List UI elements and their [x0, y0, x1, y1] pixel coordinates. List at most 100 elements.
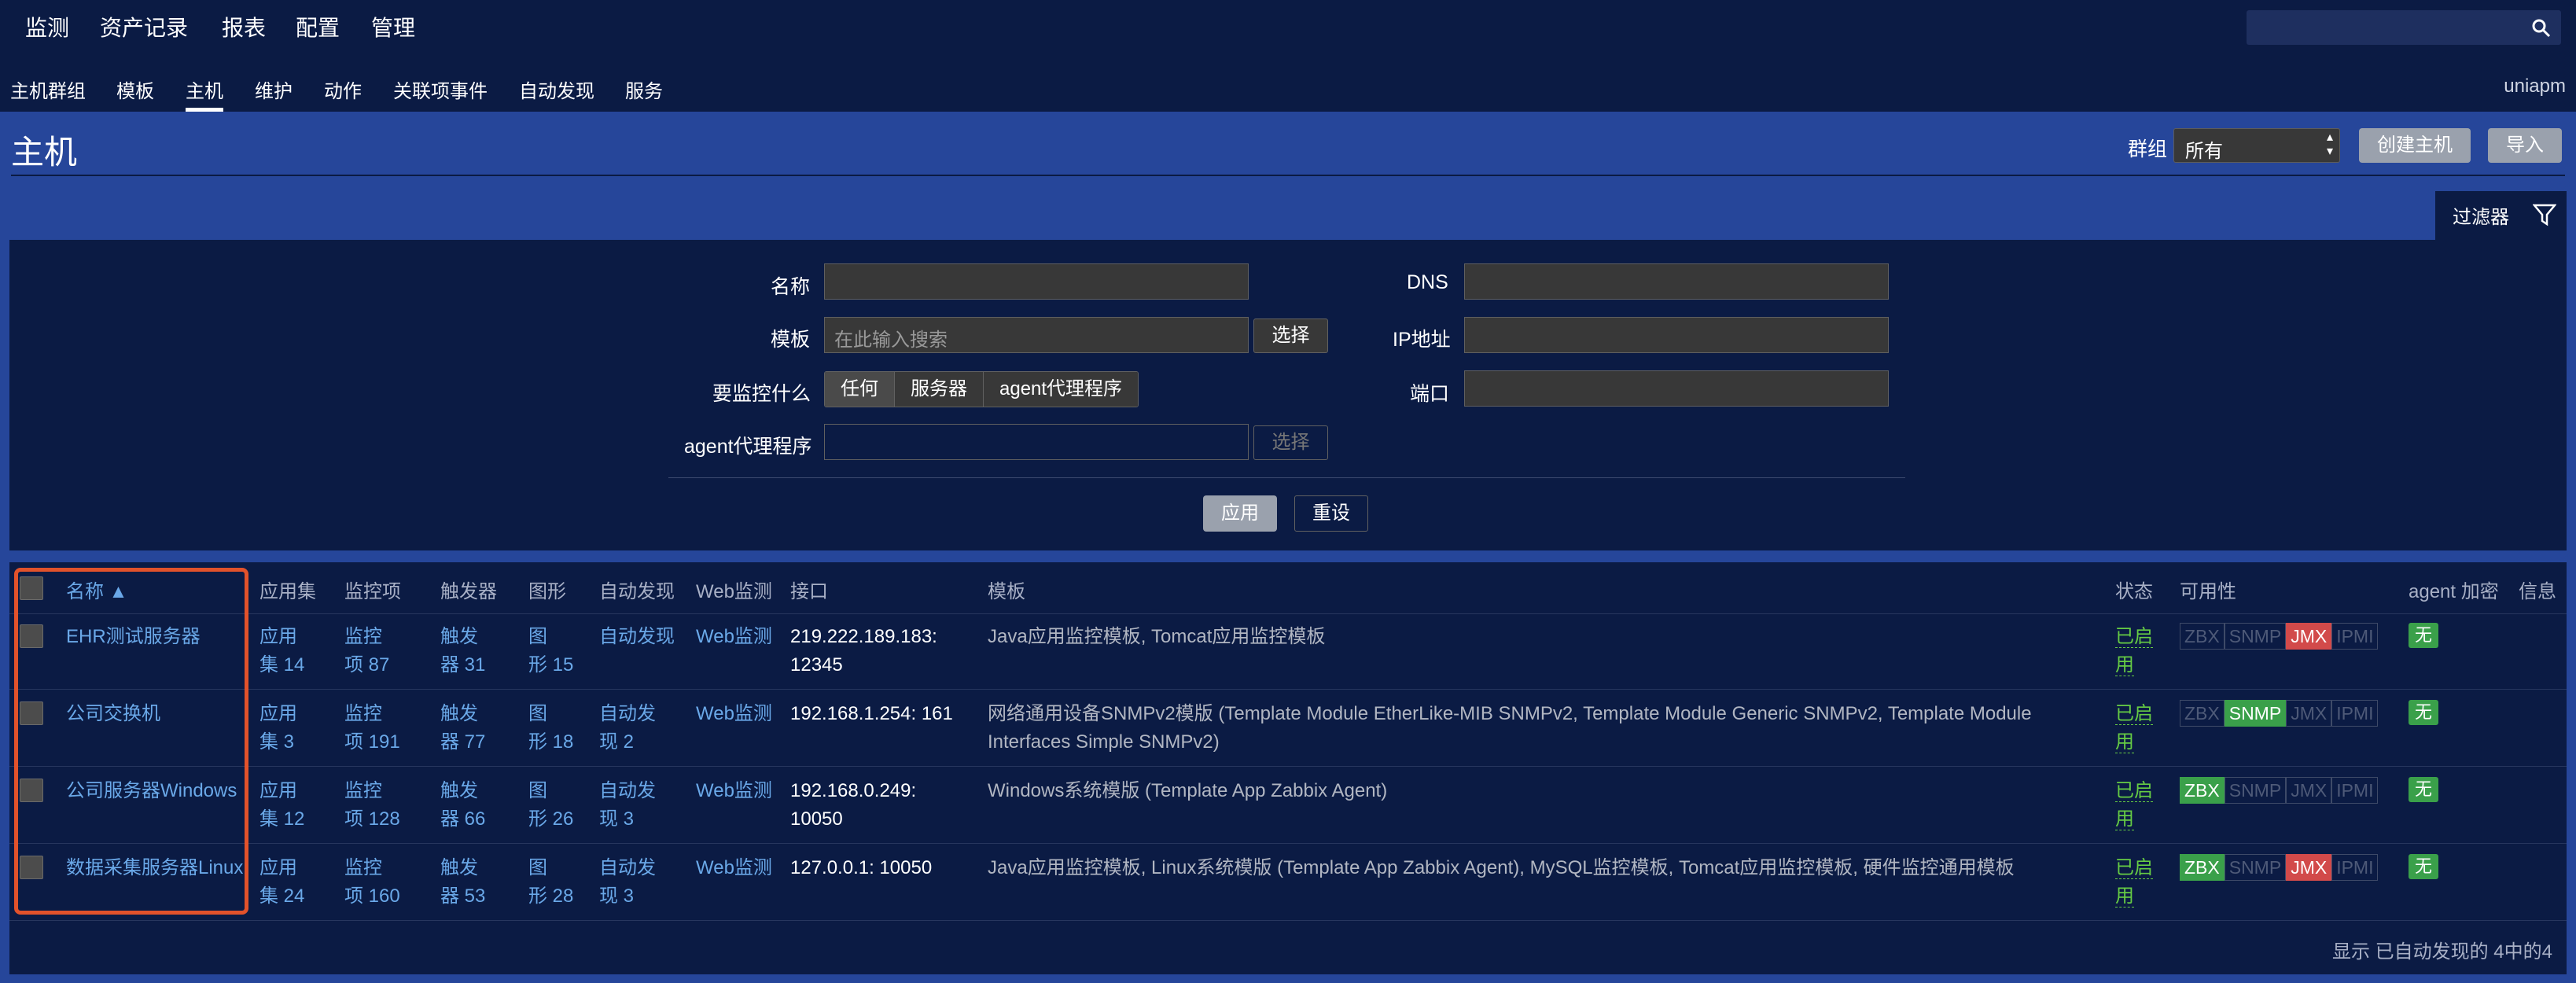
sub-host-groups[interactable]: 主机群组 [10, 75, 86, 103]
triggers-link-line1: 触发 [440, 780, 478, 801]
filter-dns-input[interactable] [1464, 263, 1889, 300]
status-line2: 用 [2115, 885, 2134, 908]
availability-badge: SNMP [2224, 777, 2287, 804]
filter-ip-input[interactable] [1464, 317, 1889, 353]
items-link-line2: 项 87 [344, 654, 390, 676]
availability-badge: ZBX [2180, 777, 2225, 804]
filter-tab[interactable]: 过滤器 [2435, 191, 2567, 240]
menu-monitoring[interactable]: 监测 [25, 11, 69, 42]
group-select-value: 所有 [2185, 141, 2223, 162]
sub-discovery[interactable]: 自动发现 [519, 75, 594, 103]
sub-hosts[interactable]: 主机 [186, 75, 223, 112]
search-icon[interactable] [2531, 18, 2552, 39]
header-graphs: 图形 [528, 581, 566, 602]
discovery-link[interactable]: 自动发现 2 [599, 700, 656, 757]
web-link[interactable]: Web监测 [696, 854, 772, 882]
menu-configuration[interactable]: 配置 [296, 11, 340, 42]
applications-link[interactable]: 应用集 14 [259, 623, 304, 679]
items-link[interactable]: 监控项 160 [344, 854, 400, 911]
applications-link[interactable]: 应用集 12 [259, 777, 304, 834]
sub-menu-bar: 主机群组 模板 主机 维护 动作 关联项事件 自动发现 服务 uniapm [0, 60, 2576, 112]
availability-badge: JMX [2286, 854, 2332, 881]
templates-line1: 网络通用设备SNMPv2模版 (Template Module EtherLik… [988, 703, 2032, 724]
applications-link-line2: 集 3 [259, 731, 295, 753]
search-input[interactable] [2247, 10, 2561, 45]
username[interactable]: uniapm [2504, 75, 2566, 98]
discovery-link-line1: 自动发 [599, 703, 656, 724]
items-link[interactable]: 监控项 87 [344, 623, 389, 679]
sub-templates[interactable]: 模板 [116, 75, 154, 103]
status-toggle[interactable]: 已启用 [2115, 777, 2153, 834]
availability-badge: SNMP [2224, 700, 2287, 727]
items-link[interactable]: 监控项 128 [344, 777, 400, 834]
templates-cell[interactable]: Java应用监控模板, Tomcat应用监控模板 [988, 623, 2088, 651]
seg-server[interactable]: 服务器 [895, 372, 984, 407]
graphs-link[interactable]: 图形 18 [528, 700, 573, 757]
header-status: 状态 [2115, 581, 2153, 602]
apply-button[interactable]: 应用 [1203, 495, 1277, 532]
filter-name-input[interactable] [824, 263, 1249, 300]
template-select-button[interactable]: 选择 [1253, 318, 1328, 353]
discovery-link[interactable]: 自动发现 3 [599, 854, 656, 911]
header-availability: 可用性 [2180, 581, 2236, 602]
menu-administration[interactable]: 管理 [371, 11, 415, 42]
status-toggle[interactable]: 已启用 [2115, 854, 2153, 911]
discovery-link[interactable]: 自动发现 3 [599, 777, 656, 834]
templates-cell[interactable]: Windows系统模版 (Template App Zabbix Agent) [988, 777, 2088, 805]
graphs-link[interactable]: 图形 15 [528, 623, 573, 679]
triggers-link[interactable]: 触发器 31 [440, 623, 485, 679]
availability-badge: JMX [2286, 777, 2332, 804]
availability-badge: SNMP [2224, 623, 2287, 650]
filter-port-label: 端口 [1410, 383, 1450, 405]
header-applications: 应用集 [259, 581, 316, 602]
status-toggle[interactable]: 已启用 [2115, 623, 2153, 679]
agent-select-button[interactable]: 选择 [1253, 425, 1328, 460]
table-footer: 显示 已自动发现的 4中的4 [2331, 941, 2552, 963]
sub-services[interactable]: 服务 [625, 75, 663, 103]
sub-actions[interactable]: 动作 [324, 75, 362, 103]
web-link[interactable]: Web监测 [696, 700, 772, 728]
web-link[interactable]: Web监测 [696, 777, 772, 805]
reset-button[interactable]: 重设 [1294, 495, 1368, 532]
filter-port-input[interactable] [1464, 370, 1889, 407]
applications-link[interactable]: 应用集 3 [259, 700, 297, 757]
row-separator [9, 843, 2567, 844]
filter-template-input[interactable]: 在此输入搜索 [824, 317, 1249, 353]
status-toggle[interactable]: 已启用 [2115, 700, 2153, 757]
applications-link[interactable]: 应用集 24 [259, 854, 304, 911]
header-templates: 模板 [988, 581, 1025, 602]
availability-badge: IPMI [2331, 623, 2379, 650]
items-link-line2: 项 160 [344, 885, 400, 907]
templates-cell[interactable]: Java应用监控模板, Linux系统模版 (Template App Zabb… [988, 854, 2088, 882]
menu-inventory[interactable]: 资产记录 [100, 11, 188, 42]
group-select[interactable]: 所有 ▴ ▾ [2173, 128, 2340, 163]
triggers-link-line2: 器 31 [440, 654, 486, 676]
triggers-link[interactable]: 触发器 66 [440, 777, 485, 834]
availability-badges: ZBX SNMP JMX IPMI [2180, 700, 2379, 727]
triggers-link[interactable]: 触发器 77 [440, 700, 485, 757]
create-host-button[interactable]: 创建主机 [2359, 128, 2471, 163]
status-line2: 用 [2115, 654, 2134, 676]
graphs-link[interactable]: 图形 28 [528, 854, 573, 911]
templates-cell[interactable]: 网络通用设备SNMPv2模版 (Template Module EtherLik… [988, 700, 2088, 757]
sub-maintenance[interactable]: 维护 [255, 75, 293, 103]
applications-link-line1: 应用 [259, 857, 297, 878]
status-line2: 用 [2115, 808, 2134, 830]
title-divider [11, 175, 2565, 176]
header-interface: 接口 [790, 581, 828, 602]
sub-correlation[interactable]: 关联项事件 [393, 75, 488, 103]
triggers-link[interactable]: 触发器 53 [440, 854, 485, 911]
filter-agent-input[interactable] [824, 424, 1249, 460]
items-link[interactable]: 监控项 191 [344, 700, 400, 757]
graphs-link[interactable]: 图形 26 [528, 777, 573, 834]
items-link-line2: 项 191 [344, 731, 400, 753]
filter-name-label: 名称 [771, 276, 811, 298]
web-link[interactable]: Web监测 [696, 623, 772, 651]
seg-proxy[interactable]: agent代理程序 [984, 372, 1139, 407]
import-button[interactable]: 导入 [2488, 128, 2562, 163]
group-label: 群组 [2128, 138, 2168, 160]
discovery-link[interactable]: 自动发现 [599, 623, 675, 651]
seg-any[interactable]: 任何 [825, 372, 895, 407]
filter-dns-label: DNS [1407, 271, 1448, 293]
menu-reports[interactable]: 报表 [222, 11, 266, 42]
